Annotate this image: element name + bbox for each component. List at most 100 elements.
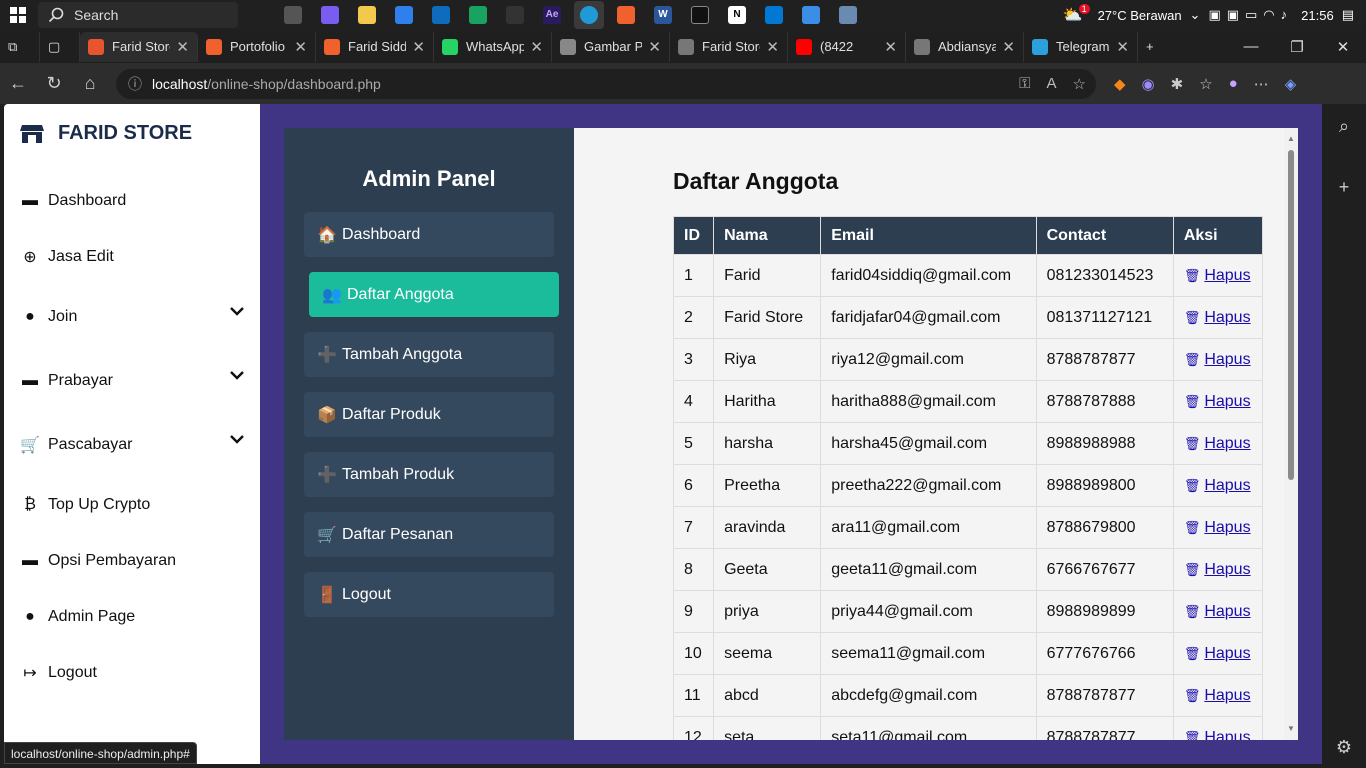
- copilot-app-icon[interactable]: [315, 1, 345, 29]
- chevron-down-icon[interactable]: [230, 367, 244, 385]
- outlook-app-icon[interactable]: [426, 1, 456, 29]
- minimize-icon[interactable]: —: [1228, 38, 1274, 56]
- tab-close-icon[interactable]: ✕: [648, 38, 661, 56]
- delete-link[interactable]: Hapus: [1204, 351, 1250, 368]
- delete-link[interactable]: Hapus: [1204, 687, 1250, 704]
- delete-link[interactable]: Hapus: [1204, 267, 1250, 284]
- terminal-app-icon[interactable]: [685, 1, 715, 29]
- delete-link[interactable]: Hapus: [1204, 729, 1250, 741]
- chevron-up-icon[interactable]: ⌄: [1190, 7, 1201, 23]
- photos-app-icon[interactable]: [796, 1, 826, 29]
- after-effects-icon[interactable]: Ae: [537, 1, 567, 29]
- key-icon[interactable]: ⚿: [1019, 75, 1030, 93]
- app-icon[interactable]: [500, 1, 530, 29]
- info-icon[interactable]: ⓘ: [128, 74, 142, 94]
- browser-tab[interactable]: Farid Siddi ✕: [316, 31, 434, 62]
- delete-link[interactable]: Hapus: [1204, 435, 1250, 452]
- store-app-icon[interactable]: [389, 1, 419, 29]
- delete-link[interactable]: Hapus: [1204, 477, 1250, 494]
- copilot-icon[interactable]: ◈: [1285, 75, 1297, 93]
- site-menu-item[interactable]: ● Admin Page: [4, 589, 260, 645]
- tab-close-icon[interactable]: ✕: [1002, 38, 1015, 56]
- browser-tab[interactable]: Abdiansyal ✕: [906, 31, 1024, 62]
- browser-tab[interactable]: Telegram ✕: [1024, 31, 1138, 62]
- admin-nav-item[interactable]: 👥 Daftar Anggota: [309, 272, 559, 317]
- sheets-app-icon[interactable]: [463, 1, 493, 29]
- delete-link[interactable]: Hapus: [1204, 393, 1250, 410]
- site-menu-item[interactable]: ▬ Dashboard: [4, 173, 260, 229]
- tab-close-icon[interactable]: ✕: [884, 38, 897, 56]
- admin-nav-item[interactable]: 🏠 Dashboard: [304, 212, 554, 257]
- extension-icon[interactable]: ◉: [1142, 75, 1155, 93]
- tab-close-icon[interactable]: ✕: [412, 38, 425, 56]
- close-window-icon[interactable]: ✕: [1320, 38, 1366, 56]
- browser-tab[interactable]: Farid Store ✕: [670, 31, 788, 62]
- weather-text[interactable]: 27°C Berawan: [1098, 8, 1182, 23]
- read-aloud-icon[interactable]: A: [1047, 75, 1057, 93]
- delete-link[interactable]: Hapus: [1204, 519, 1250, 536]
- windows-start-icon[interactable]: [0, 0, 36, 30]
- clock[interactable]: 21:56: [1301, 8, 1334, 23]
- scrollbar-thumb[interactable]: [1288, 150, 1294, 480]
- gear-icon[interactable]: ⚙: [1336, 737, 1352, 758]
- scroll-up-icon[interactable]: ▲: [1287, 134, 1295, 143]
- admin-nav-item[interactable]: 🛒 Daftar Pesanan: [304, 512, 554, 557]
- workspaces-icon[interactable]: ⧉: [0, 31, 40, 62]
- file-explorer-icon[interactable]: [352, 1, 382, 29]
- scrollbar[interactable]: ▲ ▼: [1284, 128, 1298, 740]
- brand[interactable]: FARID STORE: [4, 104, 260, 163]
- site-menu-item[interactable]: ₿ Top Up Crypto: [4, 477, 260, 533]
- maximize-icon[interactable]: ❐: [1274, 38, 1320, 56]
- add-icon[interactable]: +: [1339, 177, 1350, 198]
- browser-tab[interactable]: Portofolio ✕: [198, 31, 316, 62]
- site-menu-item[interactable]: ▬ Opsi Pembayaran: [4, 533, 260, 589]
- favorites-icon[interactable]: ☆: [1199, 75, 1212, 93]
- notion-app-icon[interactable]: N: [722, 1, 752, 29]
- favorite-star-icon[interactable]: ☆: [1073, 75, 1086, 93]
- tray-icons[interactable]: ▣▣▭◠♪: [1208, 7, 1293, 23]
- browser-tab[interactable]: (8422 ✕: [788, 31, 906, 62]
- metamask-icon[interactable]: ◆: [1114, 75, 1126, 93]
- admin-nav-item[interactable]: 🚪 Logout: [304, 572, 554, 617]
- tab-close-icon[interactable]: ✕: [1116, 38, 1129, 56]
- site-menu-item[interactable]: ⊕ Jasa Edit: [4, 229, 260, 285]
- admin-nav-item[interactable]: ➕ Tambah Anggota: [304, 332, 554, 377]
- puzzle-icon[interactable]: ✱: [1171, 75, 1184, 93]
- site-menu-item[interactable]: ▬ Prabayar: [4, 349, 260, 413]
- search-icon[interactable]: ⌕: [1339, 116, 1349, 137]
- home-icon[interactable]: ⌂: [72, 73, 108, 94]
- browser-tab[interactable]: Gambar Pr ✕: [552, 31, 670, 62]
- notification-icon[interactable]: ▤: [1342, 7, 1354, 23]
- taskbar-search[interactable]: Search: [38, 2, 238, 28]
- task-view-icon[interactable]: [278, 1, 308, 29]
- chevron-down-icon[interactable]: [230, 431, 244, 449]
- admin-nav-item[interactable]: 📦 Daftar Produk: [304, 392, 554, 437]
- edge-app-icon[interactable]: [574, 1, 604, 29]
- tab-actions-icon[interactable]: ▢: [40, 31, 80, 62]
- menu-dots-icon[interactable]: ⋯: [1254, 75, 1269, 93]
- site-menu-item[interactable]: ● Join: [4, 285, 260, 349]
- tab-close-icon[interactable]: ✕: [766, 38, 779, 56]
- tab-close-icon[interactable]: ✕: [530, 38, 543, 56]
- scroll-down-icon[interactable]: ▼: [1287, 724, 1295, 733]
- admin-nav-item[interactable]: ➕ Tambah Produk: [304, 452, 554, 497]
- site-menu-item[interactable]: ↦ Logout: [4, 645, 260, 701]
- delete-link[interactable]: Hapus: [1204, 561, 1250, 578]
- snipping-app-icon[interactable]: [833, 1, 863, 29]
- delete-link[interactable]: Hapus: [1204, 603, 1250, 620]
- chevron-down-icon[interactable]: [230, 303, 244, 321]
- tab-close-icon[interactable]: ✕: [176, 38, 189, 56]
- browser-tab[interactable]: Farid Store ✕: [80, 31, 198, 62]
- tab-close-icon[interactable]: ✕: [294, 38, 307, 56]
- url-field[interactable]: ⓘ localhost/online-shop/dashboard.php ⚿ …: [116, 68, 1096, 99]
- site-menu-item[interactable]: 🛒 Pascabayar: [4, 413, 260, 477]
- word-app-icon[interactable]: W: [648, 1, 678, 29]
- profile-avatar[interactable]: ●: [1229, 75, 1238, 92]
- delete-link[interactable]: Hapus: [1204, 645, 1250, 662]
- refresh-icon[interactable]: ↻: [36, 73, 72, 94]
- xampp-app-icon[interactable]: [611, 1, 641, 29]
- back-icon[interactable]: ←: [0, 73, 36, 94]
- delete-link[interactable]: Hapus: [1204, 309, 1250, 326]
- vscode-app-icon[interactable]: [759, 1, 789, 29]
- browser-tab[interactable]: WhatsApp ✕: [434, 31, 552, 62]
